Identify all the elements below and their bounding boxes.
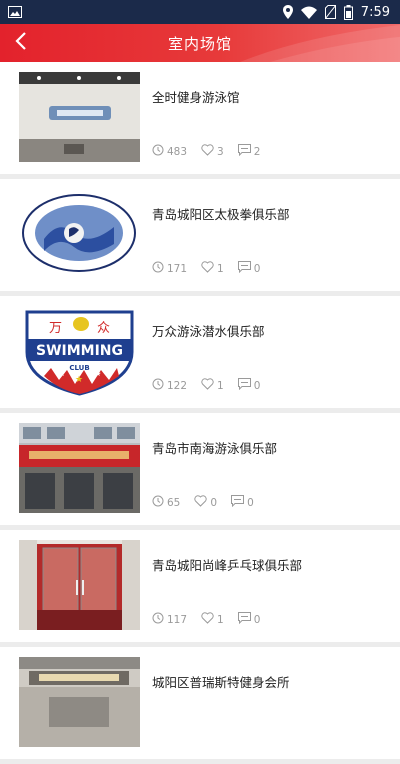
like-count: 1 [217, 262, 224, 275]
location-icon [282, 5, 293, 19]
eye-icon [152, 612, 164, 627]
no-sim-icon [324, 5, 336, 19]
venue-item[interactable]: 青岛城阳区太极拳俱乐部 171 1 0 [0, 179, 400, 291]
like-count: 3 [217, 145, 224, 158]
view-count: 171 [167, 262, 188, 275]
venue-name: 青岛城阳区太极拳俱乐部 [152, 207, 290, 222]
svg-text:★: ★ [59, 370, 65, 378]
view-count: 483 [167, 145, 188, 158]
comment-count: 0 [253, 613, 261, 626]
venue-thumbnail: SWIMMING CLUB 万 众 ★ ★ ★ [19, 306, 140, 396]
view-count: 117 [167, 613, 188, 626]
badge-top-text-left: 万 [49, 321, 62, 336]
venue-stats: 171 1 0 [152, 261, 260, 276]
venue-stats: 483 3 2 [152, 144, 260, 159]
venue-item[interactable]: 城阳区普瑞斯特健身会所 [0, 647, 400, 759]
venue-name: 青岛城阳尚峰乒乓球俱乐部 [152, 558, 303, 573]
heart-icon [201, 261, 214, 276]
venue-list: 全时健身游泳馆 483 3 2 青岛城阳区太极拳俱乐部 171 1 0 SWIM… [0, 62, 400, 764]
svg-text:★: ★ [95, 370, 101, 378]
page-title: 室内场馆 [167, 34, 232, 53]
battery-icon [343, 4, 353, 20]
venue-item[interactable]: 全时健身游泳馆 483 3 2 [0, 62, 400, 174]
badge-top-text-right: 众 [97, 321, 110, 336]
heart-icon [201, 144, 214, 159]
view-count: 122 [167, 379, 188, 392]
wifi-icon [300, 6, 317, 19]
status-time: 7:59 [360, 4, 390, 20]
eye-icon [152, 261, 164, 276]
eye-icon [152, 495, 164, 510]
venue-thumbnail [19, 72, 140, 162]
comment-icon [231, 495, 245, 510]
eye-icon [152, 144, 164, 159]
venue-stats: 122 1 0 [152, 378, 260, 393]
comment-count: 0 [247, 496, 254, 509]
venue-item[interactable]: 青岛城阳尚峰乒乓球俱乐部 117 1 0 [0, 530, 400, 642]
header-decoration [240, 25, 400, 62]
back-button[interactable] [10, 32, 32, 54]
venue-name: 城阳区普瑞斯特健身会所 [152, 675, 290, 690]
comment-icon [237, 144, 251, 159]
heart-icon [194, 495, 207, 510]
comment-count: 0 [253, 262, 261, 275]
venue-name: 青岛市南海游泳俱乐部 [152, 441, 278, 456]
app-header: 室内场馆 [0, 24, 400, 62]
venue-thumbnail [19, 657, 140, 747]
view-count: 65 [167, 496, 181, 509]
badge-sub-text: CLUB [69, 364, 89, 372]
comment-icon [237, 378, 251, 393]
venue-stats: 117 1 0 [152, 612, 260, 627]
comment-count: 0 [253, 379, 261, 392]
eye-icon [152, 378, 164, 393]
comment-count: 2 [253, 145, 261, 158]
svg-text:★: ★ [75, 375, 83, 385]
like-count: 1 [217, 379, 224, 392]
status-bar: 7:59 [0, 0, 400, 24]
venue-stats: 65 0 0 [152, 495, 254, 510]
venue-name: 万众游泳潜水俱乐部 [152, 324, 265, 339]
venue-thumbnail [19, 540, 140, 630]
like-count: 1 [217, 613, 224, 626]
venue-item[interactable]: SWIMMING CLUB 万 众 ★ ★ ★ 万众游泳潜水俱乐部 122 1 … [0, 296, 400, 408]
heart-icon [201, 378, 214, 393]
badge-main-text: SWIMMING [36, 343, 123, 359]
comment-icon [237, 261, 251, 276]
venue-item[interactable]: 青岛市南海游泳俱乐部 65 0 0 [0, 413, 400, 525]
photo-icon [8, 6, 22, 18]
comment-icon [237, 612, 251, 627]
heart-icon [201, 612, 214, 627]
venue-thumbnail [19, 423, 140, 513]
chevron-left-icon [15, 32, 27, 54]
like-count: 0 [210, 496, 218, 509]
venue-thumbnail [19, 189, 140, 279]
venue-name: 全时健身游泳馆 [152, 90, 240, 105]
